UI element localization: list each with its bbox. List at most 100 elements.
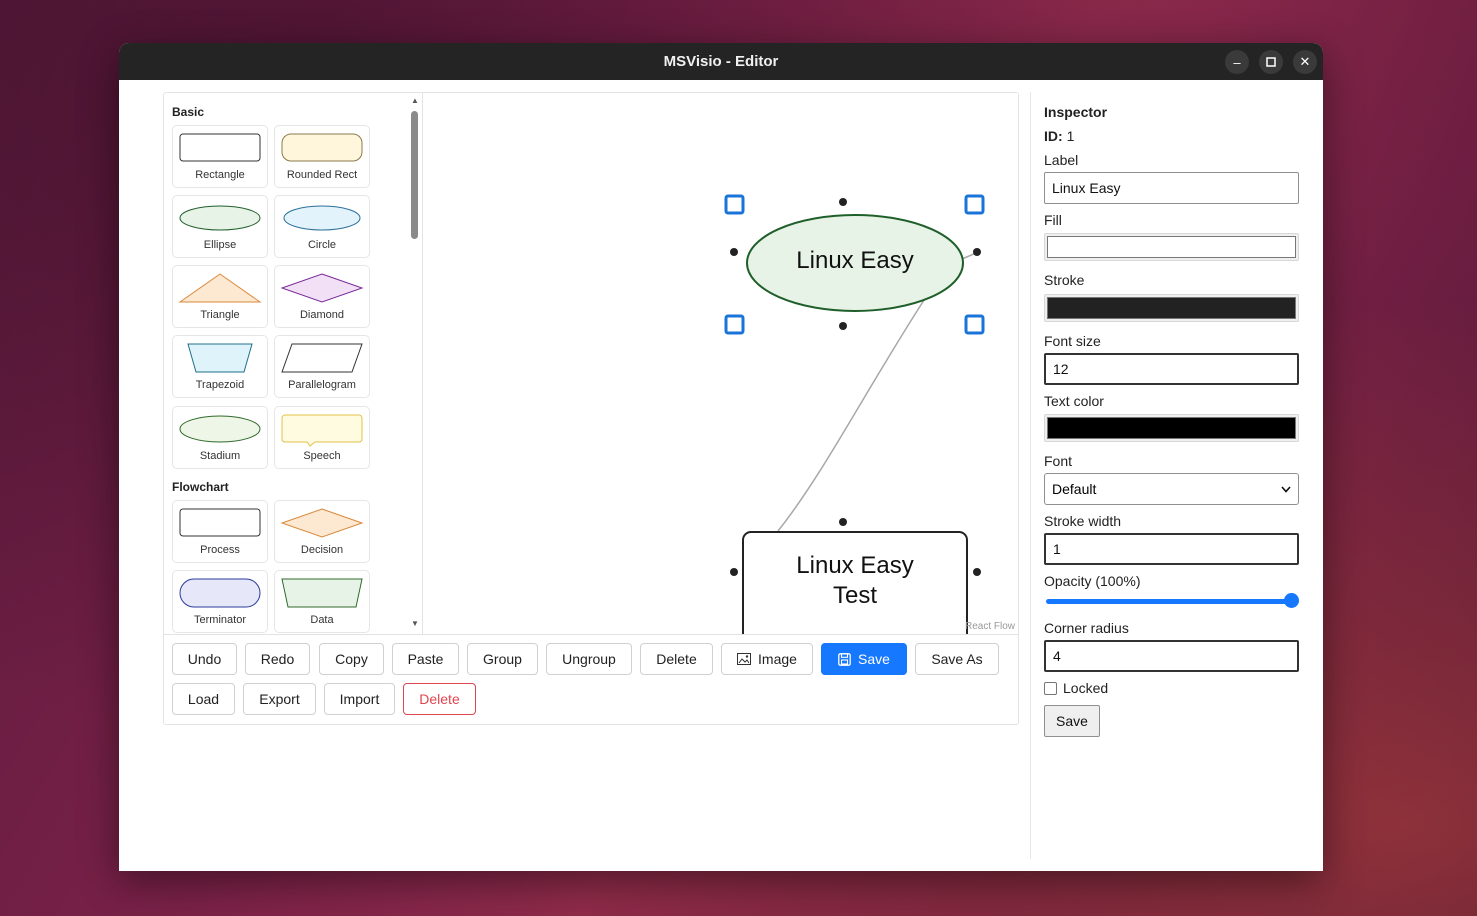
ungroup-button[interactable]: Ungroup bbox=[546, 643, 632, 675]
corner-radius-field-label: Corner radius bbox=[1044, 620, 1129, 636]
maximize-button[interactable] bbox=[1259, 50, 1283, 74]
image-button[interactable]: Image bbox=[721, 643, 813, 675]
save-button[interactable]: Save bbox=[821, 643, 907, 675]
palette-item-decision[interactable]: Decision bbox=[274, 500, 370, 563]
id-value: 1 bbox=[1066, 128, 1075, 144]
corner-radius-input[interactable]: 4 bbox=[1044, 640, 1299, 672]
stroke-width-input[interactable]: 1 bbox=[1044, 533, 1299, 565]
connector-edge bbox=[777, 296, 927, 532]
copy-button[interactable]: Copy bbox=[319, 643, 384, 675]
font-select-value: Default bbox=[1052, 481, 1097, 497]
stroke-field-label: Stroke bbox=[1044, 272, 1085, 288]
opacity-slider[interactable] bbox=[1044, 592, 1299, 610]
close-icon: ✕ bbox=[1299, 54, 1311, 69]
app-body: Basic Rectangle Rounded Rect Ellipse Cir… bbox=[119, 80, 1323, 871]
palette-item-label: Process bbox=[200, 544, 240, 556]
scroll-down-icon[interactable]: ▼ bbox=[411, 619, 419, 628]
scroll-up-icon[interactable]: ▲ bbox=[411, 96, 419, 105]
import-button[interactable]: Import bbox=[324, 683, 395, 715]
inspector-save-button[interactable]: Save bbox=[1044, 705, 1100, 737]
window-title: MSVisio - Editor bbox=[663, 53, 779, 70]
palette-scrollbar[interactable]: ▲ ▼ bbox=[407, 93, 422, 634]
palette-item-diamond[interactable]: Diamond bbox=[274, 265, 370, 328]
export-button[interactable]: Export bbox=[243, 683, 316, 715]
diamond-shape-icon bbox=[280, 273, 364, 303]
stroke-color-picker[interactable] bbox=[1044, 294, 1299, 322]
image-icon bbox=[737, 653, 752, 665]
palette-item-label: Circle bbox=[307, 239, 337, 251]
fill-field-label: Fill bbox=[1044, 212, 1062, 228]
locked-checkbox[interactable]: Locked bbox=[1044, 680, 1108, 696]
editor-frame: Basic Rectangle Rounded Rect Ellipse Cir… bbox=[163, 92, 1019, 725]
react-flow-attribution[interactable]: React Flow bbox=[965, 621, 1015, 632]
title-bar: MSVisio - Editor – ✕ bbox=[119, 43, 1323, 80]
group-button[interactable]: Group bbox=[467, 643, 538, 675]
paste-button[interactable]: Paste bbox=[392, 643, 459, 675]
save-icon bbox=[838, 652, 851, 666]
text-color-picker[interactable] bbox=[1044, 414, 1299, 442]
connection-handle bbox=[839, 518, 847, 526]
opacity-field-label: Opacity (100%) bbox=[1044, 573, 1141, 589]
connection-handle bbox=[973, 248, 981, 256]
palette-item-label: Decision bbox=[300, 544, 344, 556]
rectangle-shape-icon bbox=[179, 133, 261, 162]
rounded-rect-shape-icon bbox=[281, 133, 363, 162]
opacity-slider-knob[interactable] bbox=[1284, 593, 1299, 608]
load-button[interactable]: Load bbox=[172, 683, 235, 715]
palette-item-label: Data bbox=[310, 614, 334, 626]
delete-button[interactable]: Delete bbox=[640, 643, 713, 675]
id-label: ID: bbox=[1044, 128, 1063, 144]
opacity-slider-track bbox=[1046, 599, 1293, 604]
palette-item-label: Parallelogram bbox=[288, 379, 356, 391]
selection-handle bbox=[724, 314, 745, 335]
palette-section-flowchart: Flowchart bbox=[172, 480, 229, 494]
palette-item-parallelogram[interactable]: Parallelogram bbox=[274, 335, 370, 398]
fill-color-picker[interactable] bbox=[1044, 233, 1299, 261]
node-label[interactable]: Linux Easy bbox=[747, 247, 963, 275]
palette-item-process[interactable]: Process bbox=[172, 500, 268, 563]
decision-shape-icon bbox=[280, 508, 364, 538]
palette-item-terminator[interactable]: Terminator bbox=[172, 570, 268, 633]
minimize-button[interactable]: – bbox=[1225, 50, 1249, 74]
redo-button[interactable]: Redo bbox=[245, 643, 310, 675]
save-as-button[interactable]: Save As bbox=[915, 643, 999, 675]
palette-item-triangle[interactable]: Triangle bbox=[172, 265, 268, 328]
locked-label: Locked bbox=[1063, 680, 1109, 696]
trapezoid-shape-icon bbox=[187, 343, 253, 373]
palette-item-label: Rounded Rect bbox=[286, 169, 358, 181]
palette-item-rectangle[interactable]: Rectangle bbox=[172, 125, 268, 188]
diagram-canvas[interactable]: Linux Easy Linux Easy Test React Flow bbox=[424, 93, 1018, 634]
palette-item-ellipse[interactable]: Ellipse bbox=[172, 195, 268, 258]
palette-item-label: Diamond bbox=[299, 309, 345, 321]
node-label-line1[interactable]: Linux Easy bbox=[743, 552, 967, 580]
palette-item-stadium[interactable]: Stadium bbox=[172, 406, 268, 469]
data-shape-icon bbox=[281, 578, 363, 608]
undo-button[interactable]: Undo bbox=[172, 643, 237, 675]
palette-item-circle[interactable]: Circle bbox=[274, 195, 370, 258]
minimize-icon: – bbox=[1233, 54, 1241, 70]
palette-item-rounded-rect[interactable]: Rounded Rect bbox=[274, 125, 370, 188]
palette-section-basic: Basic bbox=[172, 105, 205, 119]
palette-item-label: Rectangle bbox=[195, 169, 245, 181]
checkbox-box[interactable] bbox=[1044, 681, 1057, 695]
node-label-line2[interactable]: Test bbox=[743, 582, 967, 610]
palette-item-label: Speech bbox=[303, 450, 341, 462]
font-size-input[interactable]: 12 bbox=[1044, 353, 1299, 385]
scrollbar-thumb[interactable] bbox=[411, 111, 418, 239]
palette-item-speech[interactable]: Speech bbox=[274, 406, 370, 469]
process-shape-icon bbox=[179, 508, 261, 537]
palette-item-label: Terminator bbox=[194, 614, 246, 626]
text-color-field-label: Text color bbox=[1044, 393, 1104, 409]
delete-all-button[interactable]: Delete bbox=[403, 683, 476, 715]
palette-item-trapezoid[interactable]: Trapezoid bbox=[172, 335, 268, 398]
palette-item-data[interactable]: Data bbox=[274, 570, 370, 633]
terminator-shape-icon bbox=[179, 578, 261, 608]
label-field-label: Label bbox=[1044, 152, 1079, 168]
label-input[interactable]: Linux Easy bbox=[1044, 172, 1299, 204]
close-button[interactable]: ✕ bbox=[1293, 50, 1317, 74]
inspector-id: ID: 1 bbox=[1044, 128, 1074, 144]
palette-item-label: Ellipse bbox=[203, 239, 237, 251]
font-select[interactable]: Default bbox=[1044, 473, 1299, 505]
parallelogram-shape-icon bbox=[281, 343, 363, 373]
connection-handle bbox=[730, 568, 738, 576]
